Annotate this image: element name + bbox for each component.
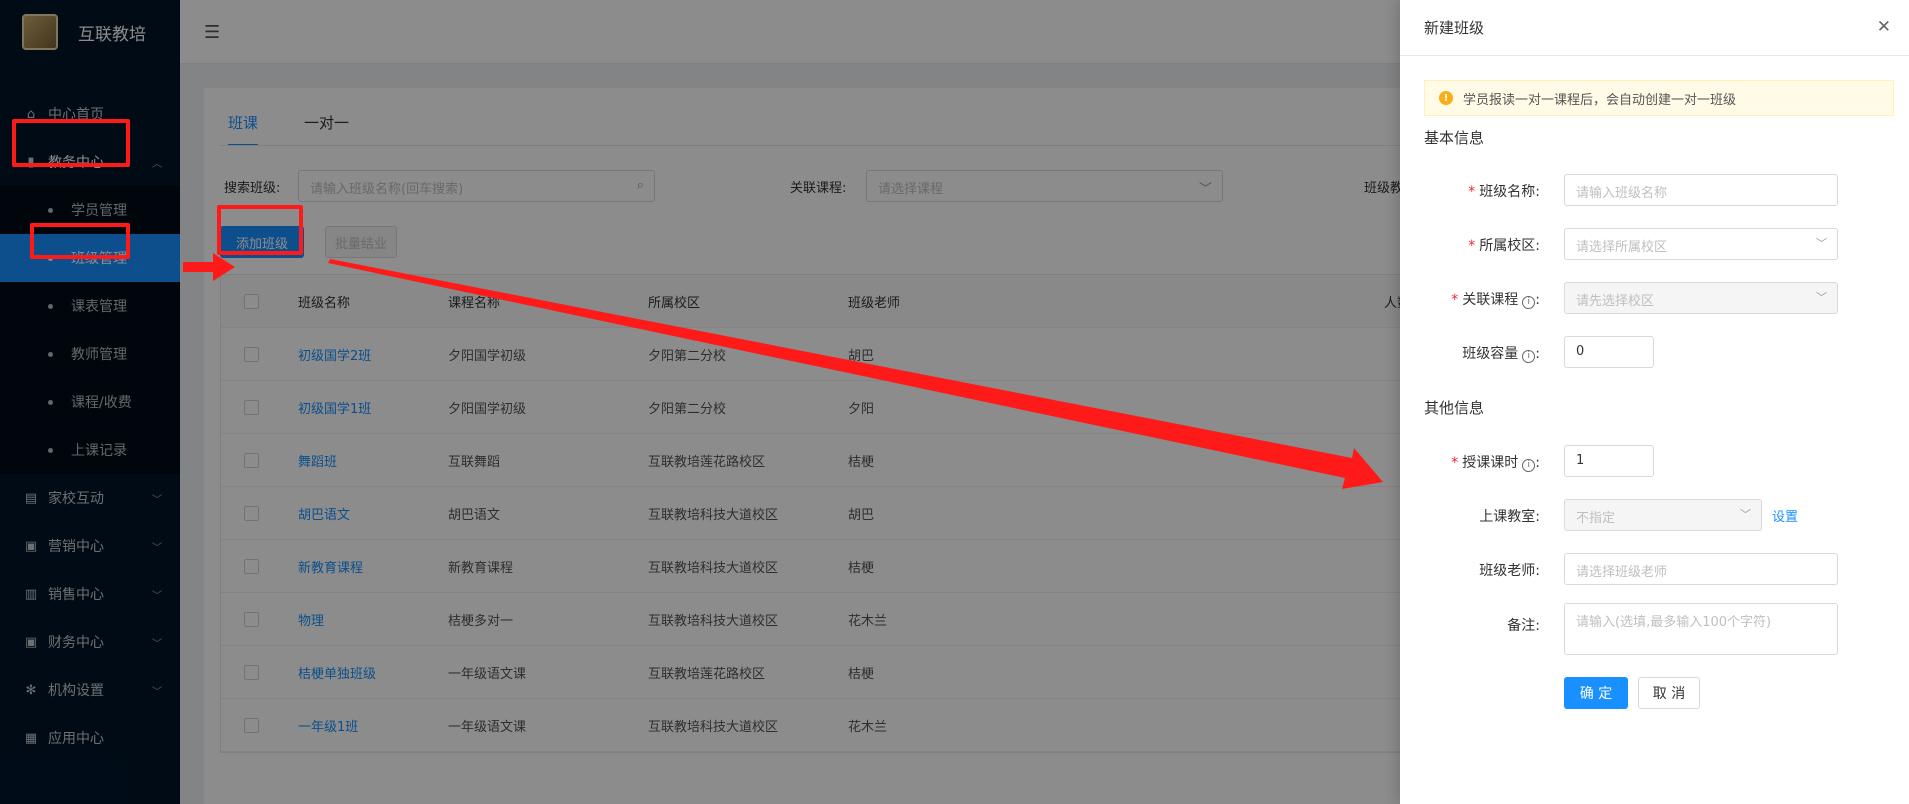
input-value: 0 (1576, 344, 1585, 359)
placeholder-text: 请输入(选填,最多输入100个字符) (1576, 615, 1772, 630)
class-name-input[interactable]: 请输入班级名称 (1564, 174, 1838, 206)
hours-label: * 授课课时 i: (1451, 455, 1540, 472)
label-text: 班级容量 (1462, 346, 1519, 362)
label-text: 班级老师: (1479, 563, 1540, 579)
required-mark: * (1451, 292, 1459, 308)
chevron-down-icon: ﹀ (1816, 237, 1827, 250)
info-icon[interactable]: i (1522, 296, 1536, 309)
placeholder-text: 请先选择校区 (1576, 294, 1655, 309)
label-text: 备注: (1507, 618, 1540, 634)
section-basic-title: 基本信息 (1424, 129, 1485, 147)
info-icon[interactable]: i (1522, 459, 1536, 472)
alert-text: 学员报读一对一课程后，会自动创建一对一班级 (1463, 92, 1737, 108)
info-icon[interactable]: i (1522, 350, 1536, 363)
info-alert: ! 学员报读一对一课程后，会自动创建一对一班级 (1424, 80, 1894, 116)
course-select[interactable]: 请先选择校区 ﹀ (1564, 282, 1838, 314)
drawer-title: 新建班级 (1424, 19, 1485, 37)
annotation-box-add-button (217, 205, 303, 255)
new-class-drawer: 新建班级 ✕ ! 学员报读一对一课程后，会自动创建一对一班级 基本信息 * 班级名… (1400, 0, 1909, 804)
annotation-box-menu (12, 119, 130, 167)
remark-label: 备注: (1400, 615, 1540, 635)
placeholder-text: 请选择班级老师 (1576, 565, 1668, 580)
chevron-down-icon: ﹀ (1816, 291, 1827, 304)
section-other-title: 其他信息 (1424, 399, 1485, 417)
label-text: 上课教室: (1479, 509, 1540, 525)
placeholder-text: 请输入班级名称 (1576, 186, 1668, 201)
confirm-button[interactable]: 确 定 (1564, 677, 1628, 709)
teacher-input[interactable]: 请选择班级老师 (1564, 553, 1838, 585)
course-label: * 关联课程 i: (1451, 292, 1540, 309)
close-icon[interactable]: ✕ (1877, 17, 1891, 37)
label-text: 关联课程 (1462, 292, 1519, 308)
required-mark: * (1451, 455, 1459, 471)
campus-label: * 所属校区: (1400, 235, 1540, 255)
room-settings-link[interactable]: 设置 (1772, 506, 1798, 525)
campus-select[interactable]: 请选择所属校区 ﹀ (1564, 228, 1838, 260)
placeholder-text: 请选择所属校区 (1576, 240, 1668, 255)
room-select[interactable]: 不指定 ﹀ (1564, 499, 1762, 531)
label-text: 授课课时 (1462, 455, 1519, 471)
cancel-button[interactable]: 取 消 (1638, 677, 1700, 709)
required-mark: * (1468, 238, 1476, 254)
selected-value: 不指定 (1576, 511, 1616, 526)
warning-icon: ! (1439, 91, 1453, 105)
required-mark: * (1468, 184, 1476, 200)
teacher-label: 班级老师: (1400, 560, 1540, 580)
remark-textarea[interactable]: 请输入(选填,最多输入100个字符) (1564, 603, 1838, 655)
capacity-label: 班级容量 i: (1462, 346, 1540, 363)
class-name-label: * 班级名称: (1400, 181, 1540, 201)
label-text: 班级名称: (1479, 184, 1540, 200)
capacity-input[interactable]: 0 (1564, 336, 1654, 368)
label-text: 所属校区: (1479, 238, 1540, 254)
annotation-box-submenu (30, 223, 130, 259)
input-value: 1 (1576, 453, 1585, 468)
chevron-down-icon: ﹀ (1740, 508, 1751, 521)
room-label: 上课教室: (1400, 506, 1540, 526)
drawer-header: 新建班级 ✕ (1400, 0, 1909, 56)
hours-input[interactable]: 1 (1564, 445, 1654, 477)
